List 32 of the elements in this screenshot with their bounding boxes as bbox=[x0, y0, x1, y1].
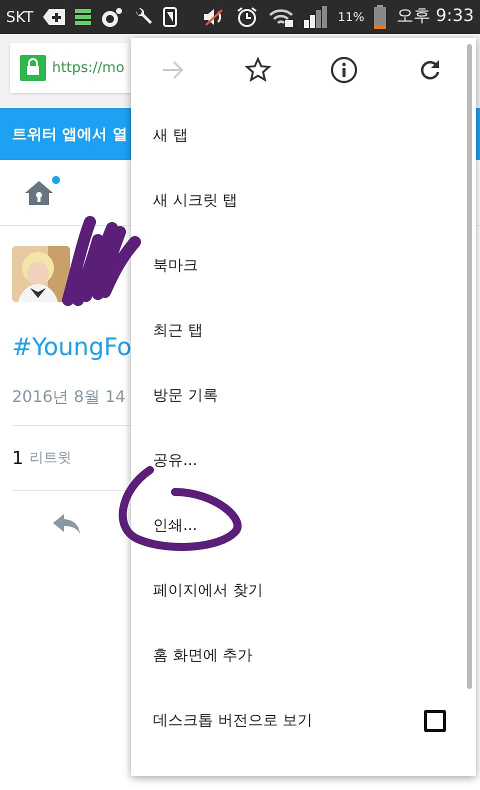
clock-time: 오후 9:33 bbox=[396, 5, 474, 28]
menu-item[interactable]: 데스크톱 버전으로 보기 bbox=[153, 709, 313, 732]
menu-item[interactable]: 북마크 bbox=[131, 233, 476, 298]
carrier-label: SKT bbox=[6, 6, 34, 28]
alarm-icon bbox=[236, 6, 258, 28]
battery-icon bbox=[374, 5, 386, 29]
star-icon[interactable] bbox=[244, 57, 271, 83]
dot-ring-icon bbox=[101, 7, 124, 27]
menu-item[interactable]: 공유... bbox=[131, 428, 476, 493]
wifi-icon bbox=[268, 7, 294, 27]
plus-tag-icon bbox=[43, 9, 66, 25]
lock-icon bbox=[20, 55, 46, 81]
wrench-icon bbox=[133, 7, 154, 27]
menu-item[interactable]: 방문 기록 bbox=[131, 363, 476, 428]
menu-item[interactable]: 새 탭 bbox=[131, 103, 476, 168]
retweet-label: 리트윗 bbox=[29, 448, 72, 468]
retweet-count: 1 bbox=[12, 446, 24, 470]
phone-icon bbox=[163, 7, 178, 27]
home-icon[interactable] bbox=[24, 178, 54, 206]
battery-percent: 11% bbox=[338, 9, 364, 26]
menu-item[interactable]: 홈 화면에 추가 bbox=[131, 623, 476, 688]
checkbox[interactable] bbox=[424, 710, 446, 732]
stack-icon bbox=[75, 8, 92, 26]
signal-icon bbox=[304, 6, 328, 28]
menu-item[interactable]: 페이지에서 찾기 bbox=[131, 558, 476, 623]
tweet-date: 2016년 8월 14 bbox=[12, 386, 126, 408]
reply-icon[interactable] bbox=[52, 513, 82, 535]
menu-item[interactable]: 최근 탭 bbox=[131, 298, 476, 363]
menu-item[interactable]: 새 시크릿 탭 bbox=[131, 168, 476, 233]
menu-item[interactable]: 인쇄... bbox=[131, 493, 476, 558]
url-text: https://mo bbox=[52, 58, 124, 78]
info-icon[interactable] bbox=[330, 56, 358, 84]
